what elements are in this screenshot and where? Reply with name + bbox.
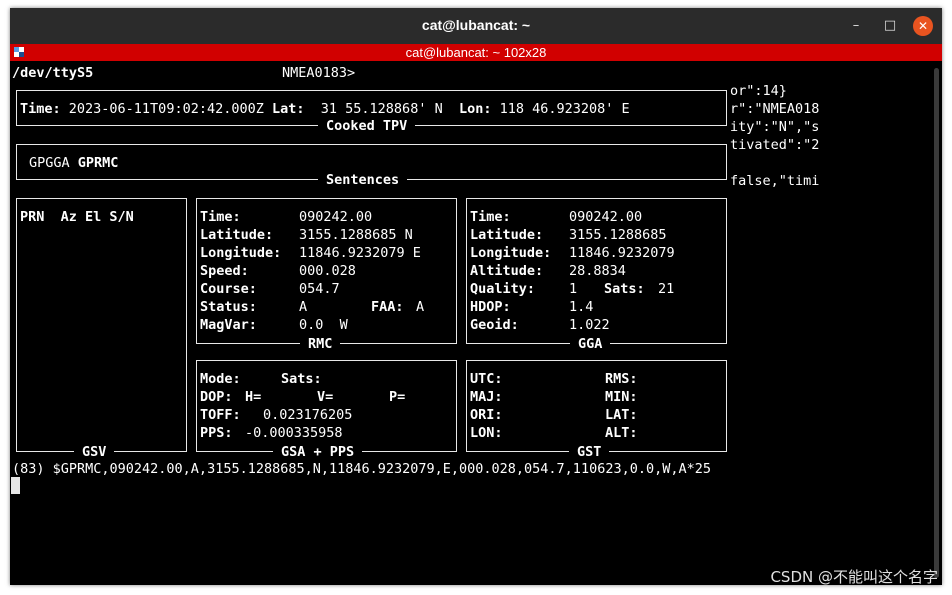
rmc-key: Course: xyxy=(200,281,257,297)
rmc-value: A xyxy=(299,299,308,315)
watermark: CSDN @不能叫这个名字 xyxy=(770,568,938,586)
gga-key: Quality: xyxy=(470,281,536,297)
gga-key: Geoid: xyxy=(470,317,519,333)
gst-key: ORI: xyxy=(470,407,503,423)
overflow-line: r":"NMEA018 xyxy=(730,101,820,117)
gga-key: Time: xyxy=(470,209,511,225)
sentences-list: GPGGA GPRMC xyxy=(29,155,119,171)
rmc-value: 054.7 xyxy=(299,281,340,297)
device-path: /dev/ttyS5 xyxy=(12,65,94,81)
toff-value: 0.023176205 xyxy=(263,407,353,423)
rmc-key: MagVar: xyxy=(200,317,257,333)
tpv-panel-label: Cooked TPV xyxy=(318,119,416,133)
rmc-row: Time: xyxy=(200,209,241,225)
toff-key: TOFF: xyxy=(200,407,241,423)
terminal-title: cat@lubancat: ~ 102x28 xyxy=(405,45,547,60)
gga-value: 090242.00 xyxy=(569,209,643,225)
gsa-h-key: H= xyxy=(245,389,262,405)
rmc-value: 11846.9232079 E xyxy=(299,245,421,261)
gga-key: Sats: xyxy=(604,281,645,297)
gga-value: 28.8834 xyxy=(569,263,626,279)
minimize-button[interactable]: – xyxy=(846,16,866,36)
rmc-value: 3155.1288685 N xyxy=(299,227,413,243)
gsv-panel-label: GSV xyxy=(74,445,115,459)
rmc-key: Speed: xyxy=(200,263,249,279)
gsa-pps-panel-label: GSA + PPS xyxy=(273,445,363,459)
gst-key: MAJ: xyxy=(470,389,503,405)
window-title: cat@lubancat: ~ xyxy=(421,17,531,33)
window-titlebar[interactable]: cat@lubancat: ~ – □ ✕ xyxy=(10,8,942,44)
rmc-value: A xyxy=(416,299,425,315)
gga-panel-label: GGA xyxy=(570,337,611,351)
terminal-cursor xyxy=(11,477,20,494)
gsv-header: PRN Az El S/N xyxy=(20,209,134,225)
scrollbar-thumb[interactable] xyxy=(934,68,939,578)
gga-value: 11846.9232079 xyxy=(569,245,675,261)
gst-key: UTC: xyxy=(470,371,503,387)
gst-panel-label: GST xyxy=(569,445,610,459)
gga-value: 1 xyxy=(569,281,578,297)
rmc-key: Status: xyxy=(200,299,257,315)
gst-key: ALT: xyxy=(605,425,638,441)
rmc-key: Latitude: xyxy=(200,227,274,243)
terminal-content[interactable]: /dev/ttyS5 NMEA0183> or":14} r":"NMEA018… xyxy=(10,61,942,585)
rmc-value: 000.028 xyxy=(299,263,356,279)
gsa-sats-key: Sats: xyxy=(281,371,322,387)
rmc-key: FAA: xyxy=(371,299,404,315)
gsa-dop-key: DOP: xyxy=(200,389,233,405)
pps-value: -0.000335958 xyxy=(245,425,343,441)
terminal-window: cat@lubancat: ~ – □ ✕ cat@lubancat: ~ 10… xyxy=(10,8,942,585)
gsa-p-key: P= xyxy=(389,389,406,405)
gga-key: Longitude: xyxy=(470,245,552,261)
overflow-line: tivated":"2 xyxy=(730,137,820,153)
gga-value: 1.022 xyxy=(569,317,610,333)
gga-value: 3155.1288685 xyxy=(569,227,667,243)
gst-key: RMS: xyxy=(605,371,638,387)
gga-key: HDOP: xyxy=(470,299,511,315)
overflow-line: or":14} xyxy=(730,83,787,99)
overflow-line: ity":"N","s xyxy=(730,119,820,135)
gga-key: Latitude: xyxy=(470,227,544,243)
maximize-button[interactable]: □ xyxy=(880,16,900,36)
gsa-mode-key: Mode: xyxy=(200,371,241,387)
gga-value: 1.4 xyxy=(569,299,594,315)
gst-panel xyxy=(466,360,727,452)
gst-key: LAT: xyxy=(605,407,638,423)
rmc-key: Longitude: xyxy=(200,245,282,261)
gst-key: MIN: xyxy=(605,389,638,405)
gga-key: Altitude: xyxy=(470,263,544,279)
close-button[interactable]: ✕ xyxy=(913,16,933,36)
rmc-panel-label: RMC xyxy=(300,337,341,351)
overflow-line: false,"timi xyxy=(730,173,820,189)
gsa-v-key: V= xyxy=(317,389,334,405)
gst-key: LON: xyxy=(470,425,503,441)
sentences-panel-label: Sentences xyxy=(318,173,408,187)
pps-key: PPS: xyxy=(200,425,233,441)
rmc-value: 0.0 W xyxy=(299,317,348,333)
terminal-titlebar: cat@lubancat: ~ 102x28 xyxy=(10,44,942,61)
gga-value: 21 xyxy=(658,281,675,297)
tpv-row: Time: 2023-06-11T09:02:42.000Z Lat: 31 5… xyxy=(20,101,630,117)
protocol-label: NMEA0183> xyxy=(282,65,356,81)
raw-nmea-line: (83) $GPRMC,090242.00,A,3155.1288685,N,1… xyxy=(12,461,711,477)
gsv-panel xyxy=(16,198,187,452)
rmc-value: 090242.00 xyxy=(299,209,373,225)
